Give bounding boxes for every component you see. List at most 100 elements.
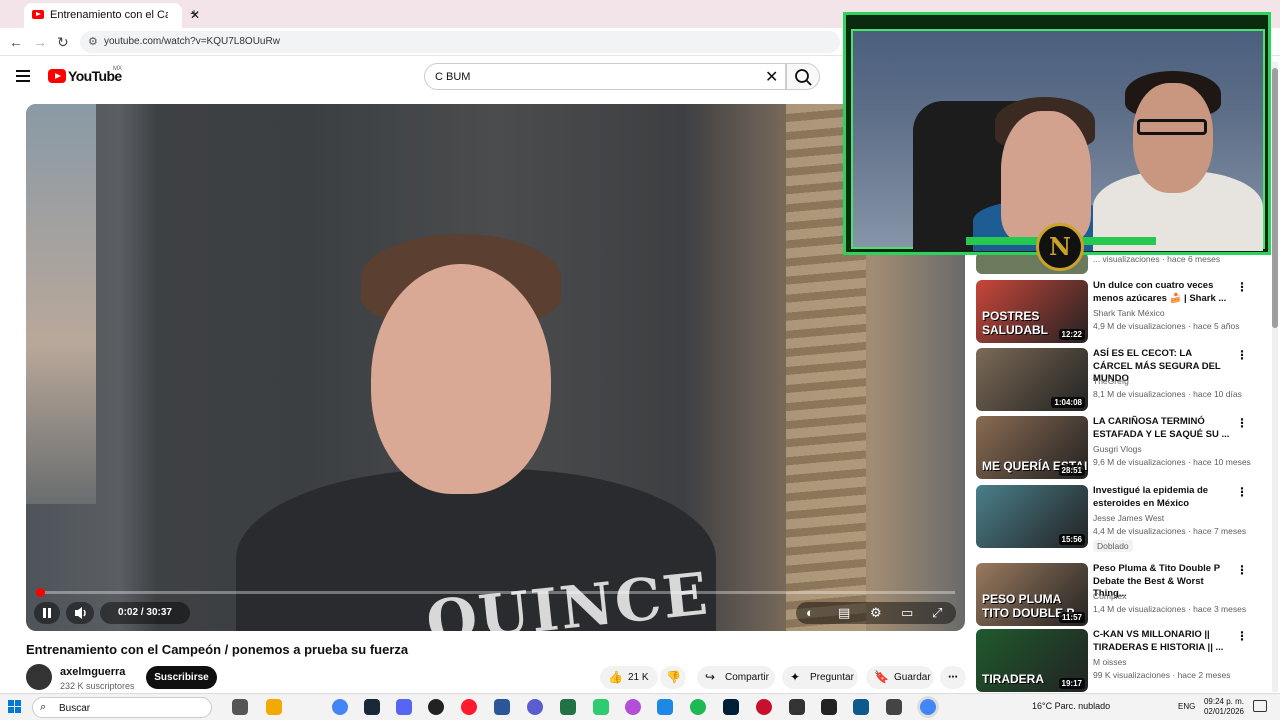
- tab-title: Entrenamiento con el Campeón: [50, 9, 168, 21]
- share-icon: ↪: [705, 670, 716, 684]
- rec-thumbnail[interactable]: PESO PLUMA TITO DOUBLE P 11:57: [976, 563, 1088, 626]
- rec-channel[interactable]: Shark Tank México: [1093, 308, 1165, 318]
- video-player[interactable]: QUINCE 0:02 / 30:37 ◐ ▤ ⚙ ▭ ⤢: [26, 104, 965, 631]
- share-button[interactable]: ↪ Compartir: [697, 666, 775, 689]
- pause-button[interactable]: [34, 602, 60, 624]
- weather-widget[interactable]: 16°C Parc. nublado: [1032, 701, 1110, 711]
- rec-channel[interactable]: Gusgri Vlogs: [1093, 444, 1142, 454]
- copilot-icon[interactable]: [266, 699, 282, 715]
- discord-icon[interactable]: [396, 699, 412, 715]
- rec-more-icon[interactable]: ⋮: [1236, 563, 1248, 577]
- task-view-icon[interactable]: [232, 699, 248, 715]
- rec-channel[interactable]: TheGrefg: [1093, 376, 1129, 386]
- subtitles-icon[interactable]: ▤: [838, 605, 850, 621]
- rec-meta: 4,9 M de visualizaciones · hace 5 años: [1093, 321, 1240, 331]
- windows-taskbar: ⌕ Buscar 16°C Parc. nublado ENG 09:24 p.…: [0, 693, 1280, 720]
- reload-icon[interactable]: ↻: [57, 34, 69, 51]
- clear-search-icon[interactable]: ✕: [765, 67, 778, 87]
- excel-icon[interactable]: [560, 699, 576, 715]
- vscode-icon[interactable]: [886, 699, 902, 715]
- rec-thumbnail[interactable]: POSTRES SALUDABL 12:22: [976, 280, 1088, 343]
- spotify-icon[interactable]: [690, 699, 706, 715]
- chrome-active-icon[interactable]: [920, 699, 936, 715]
- rec-thumbnail[interactable]: 15:56: [976, 485, 1088, 548]
- fullscreen-icon[interactable]: ⤢: [932, 605, 942, 621]
- windows-start-icon[interactable]: [8, 700, 22, 714]
- like-button[interactable]: 👍 21 K: [600, 666, 658, 689]
- taskbar-search[interactable]: ⌕ Buscar: [32, 697, 212, 718]
- youtube-favicon-icon: [32, 10, 44, 19]
- obs-icon[interactable]: [428, 699, 444, 715]
- rec-more-icon[interactable]: ⋮: [1236, 416, 1248, 430]
- rec-thumbnail[interactable]: ME QUERÍA ESTAI 28:51: [976, 416, 1088, 479]
- rec-more-icon[interactable]: ⋮: [1236, 348, 1248, 362]
- notifications-icon[interactable]: [1253, 700, 1267, 712]
- site-info-icon[interactable]: ⚙: [88, 35, 98, 48]
- steam-icon[interactable]: [364, 699, 380, 715]
- vpn-icon[interactable]: [527, 699, 543, 715]
- browser-tab[interactable]: Entrenamiento con el Campeón ✕: [24, 3, 200, 28]
- volume-button[interactable]: [66, 602, 94, 624]
- dislike-button[interactable]: 👎: [660, 666, 686, 689]
- progress-knob[interactable]: [36, 588, 45, 597]
- rec-channel[interactable]: Jesse James West: [1093, 513, 1164, 523]
- app-icon[interactable]: [593, 699, 609, 715]
- forward-icon[interactable]: →: [33, 34, 47, 50]
- theater-mode-icon[interactable]: ▭: [901, 605, 913, 621]
- channel-avatar[interactable]: [26, 664, 52, 690]
- language-indicator[interactable]: ENG: [1178, 702, 1195, 711]
- photoshop-icon[interactable]: [723, 699, 739, 715]
- rec-badge: Doblado: [1093, 540, 1133, 552]
- back-icon[interactable]: ←: [9, 34, 23, 50]
- rec-channel[interactable]: Complex: [1093, 591, 1127, 601]
- rec-title[interactable]: Investigué la epidemia de esteroides en …: [1093, 485, 1233, 510]
- rec-title[interactable]: Un dulce con cuatro veces menos azúcares…: [1093, 280, 1233, 305]
- word-icon[interactable]: [494, 699, 510, 715]
- calendar-icon[interactable]: [657, 699, 673, 715]
- progress-bar[interactable]: [36, 588, 955, 597]
- menu-icon[interactable]: [16, 70, 30, 82]
- editor-icon[interactable]: [789, 699, 805, 715]
- clock-date: 02/01/2026: [1203, 707, 1244, 716]
- browser-icon[interactable]: [625, 699, 641, 715]
- rec-thumbnail[interactable]: TIRADERA 19:17: [976, 629, 1088, 692]
- terminal-icon[interactable]: [853, 699, 869, 715]
- autoplay-toggle[interactable]: ◐: [806, 605, 814, 620]
- streamer-1-face: [1001, 111, 1091, 241]
- new-tab-button[interactable]: +: [190, 5, 198, 21]
- rec-more-icon[interactable]: ⋮: [1236, 629, 1248, 643]
- clock-time: 09:24 p. m.: [1203, 697, 1244, 706]
- save-button[interactable]: 🔖 Guardar: [866, 666, 934, 689]
- time-display: 0:02 / 30:37: [100, 602, 190, 624]
- rec-meta: 4,4 M de visualizaciones · hace 7 meses: [1093, 526, 1247, 536]
- rec-duration: 15:56: [1058, 534, 1085, 545]
- search-input[interactable]: C BUM ✕: [424, 63, 786, 90]
- ask-label: Preguntar: [810, 672, 854, 683]
- rec-title[interactable]: LA CARIÑOSA TERMINÓ ESTAFADA Y LE SAQUÉ …: [1093, 416, 1233, 441]
- more-actions-icon[interactable]: ⋯: [940, 666, 966, 689]
- system-clock[interactable]: 09:24 p. m. 02/01/2026: [1200, 697, 1244, 717]
- settings-icon[interactable]: ⚙: [870, 605, 882, 621]
- ask-button[interactable]: ✦ Preguntar: [782, 666, 858, 689]
- rec-meta: 99 K visualizaciones · hace 2 meses: [1093, 670, 1231, 680]
- recorder-icon[interactable]: [756, 699, 772, 715]
- rec-title[interactable]: C-KAN VS MILLONARIO || TIRADERAS E HISTO…: [1093, 629, 1233, 654]
- subscribe-button[interactable]: Suscribirse: [146, 666, 217, 689]
- rec-more-icon[interactable]: ⋮: [1236, 280, 1248, 294]
- rec-thumbnail[interactable]: 1:04:08: [976, 348, 1088, 411]
- search-query: C BUM: [435, 71, 471, 83]
- chrome-icon[interactable]: [332, 699, 348, 715]
- rec-meta: 9,6 M de visualizaciones · hace 10 meses: [1093, 457, 1251, 467]
- rec-thumbnail-text: TIRADERA: [982, 672, 1044, 686]
- capcut-icon[interactable]: [821, 699, 837, 715]
- region-code: MX: [113, 66, 122, 72]
- scrollbar-thumb[interactable]: [1272, 68, 1278, 328]
- address-bar[interactable]: ⚙ youtube.com/watch?v=KQU7L8OUuRw: [80, 31, 840, 53]
- search-button[interactable]: [786, 63, 820, 90]
- rec-more-icon[interactable]: ⋮: [1236, 485, 1248, 499]
- channel-name[interactable]: axelmguerra: [60, 666, 125, 678]
- opera-icon[interactable]: [461, 699, 477, 715]
- streamer-2-face: [1133, 83, 1213, 193]
- youtube-logo-icon[interactable]: [48, 69, 66, 83]
- rec-channel[interactable]: M oisses: [1093, 657, 1127, 667]
